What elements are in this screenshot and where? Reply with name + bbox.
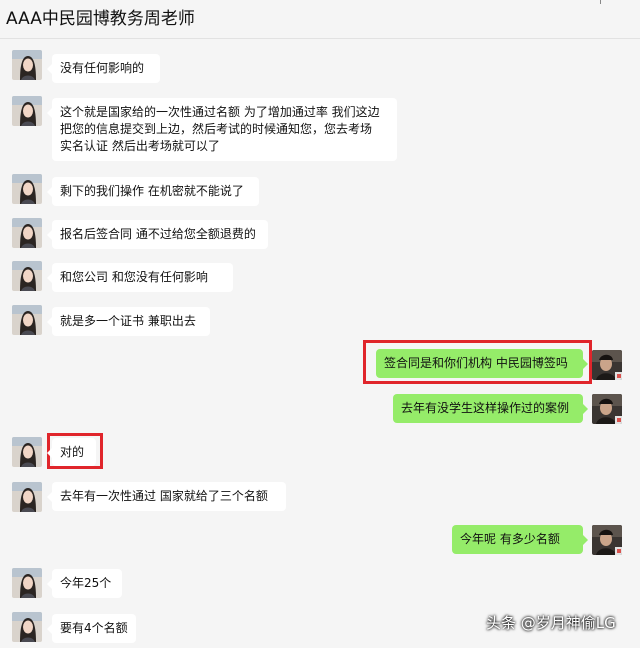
- woman-portrait-avatar-icon: [12, 218, 42, 248]
- contact-avatar[interactable]: [12, 261, 42, 291]
- woman-portrait-avatar-icon: [12, 261, 42, 291]
- message-bubble: 报名后签合同 通不过给您全额退费的: [47, 220, 268, 249]
- message-text: 去年有没学生这样操作过的案例: [401, 401, 570, 415]
- contact-avatar[interactable]: [12, 612, 42, 642]
- message-bubble-sent: 签合同是和你们机构 中民园博签吗: [376, 349, 588, 378]
- message-text: 签合同是和你们机构 中民园博签吗: [384, 356, 568, 370]
- message-bubble: 就是多一个证书 兼职出去: [47, 307, 210, 336]
- contact-avatar[interactable]: [12, 218, 42, 248]
- my-avatar[interactable]: [592, 394, 622, 424]
- window-control-fragment: [600, 0, 601, 4]
- message-text: 剩下的我们操作 在机密就不能说了: [60, 184, 244, 198]
- contact-avatar[interactable]: [12, 50, 42, 80]
- message-bubble: 剩下的我们操作 在机密就不能说了: [47, 177, 259, 206]
- message-text: 对的: [60, 445, 85, 459]
- woman-portrait-avatar-icon: [12, 612, 42, 642]
- contact-avatar[interactable]: [12, 305, 42, 335]
- dark-portrait-avatar-icon: [592, 394, 622, 424]
- message-text-line: 这个就是国家给的一次性通过名额 为了增加通过率 我们这边: [60, 105, 380, 119]
- my-avatar[interactable]: [592, 525, 622, 555]
- message-text: 没有任何影响的: [60, 61, 145, 75]
- message-bubble-sent: 今年呢 有多少名额: [452, 525, 588, 554]
- message-bubble: 今年25个: [47, 569, 122, 598]
- chat-header: AAA中民园博教务周老师: [0, 0, 640, 39]
- dark-portrait-avatar-icon: [592, 525, 622, 555]
- chat-title: AAA中民园博教务周老师: [6, 9, 195, 29]
- woman-portrait-avatar-icon: [12, 482, 42, 512]
- message-text: 和您公司 和您没有任何影响: [60, 270, 208, 284]
- message-text: 要有4个名额: [60, 621, 128, 635]
- woman-portrait-avatar-icon: [12, 305, 42, 335]
- woman-portrait-avatar-icon: [12, 437, 42, 467]
- woman-portrait-avatar-icon: [12, 50, 42, 80]
- woman-portrait-avatar-icon: [12, 96, 42, 126]
- message-text: 今年25个: [60, 576, 112, 590]
- my-avatar[interactable]: [592, 350, 622, 380]
- woman-portrait-avatar-icon: [12, 174, 42, 204]
- message-text: 就是多一个证书 兼职出去: [60, 314, 196, 328]
- message-bubble: 和您公司 和您没有任何影响: [47, 263, 233, 292]
- message-bubble: 没有任何影响的: [47, 54, 160, 83]
- message-text: 今年呢 有多少名额: [460, 532, 560, 546]
- message-bubble: 去年有一次性通过 国家就给了三个名额: [47, 482, 286, 511]
- woman-portrait-avatar-icon: [12, 568, 42, 598]
- message-bubble: 这个就是国家给的一次性通过名额 为了增加通过率 我们这边 把您的信息提交到上边，…: [47, 98, 397, 161]
- contact-avatar[interactable]: [12, 96, 42, 126]
- message-bubble: 要有4个名额: [47, 614, 136, 643]
- message-text-line: 把您的信息提交到上边，然后考试的时候通知您，您去考场: [60, 122, 373, 136]
- message-text: 去年有一次性通过 国家就给了三个名额: [60, 489, 268, 503]
- contact-avatar[interactable]: [12, 174, 42, 204]
- message-bubble-sent: 去年有没学生这样操作过的案例: [393, 394, 588, 423]
- dark-portrait-avatar-icon: [592, 350, 622, 380]
- contact-avatar[interactable]: [12, 482, 42, 512]
- message-text-line: 实名认证 然后出考场就可以了: [60, 139, 220, 153]
- message-bubble: 对的: [47, 438, 96, 466]
- message-text: 报名后签合同 通不过给您全额退费的: [60, 227, 256, 241]
- watermark: 头条 @岁月神偷LG: [486, 614, 616, 632]
- contact-avatar[interactable]: [12, 437, 42, 467]
- contact-avatar[interactable]: [12, 568, 42, 598]
